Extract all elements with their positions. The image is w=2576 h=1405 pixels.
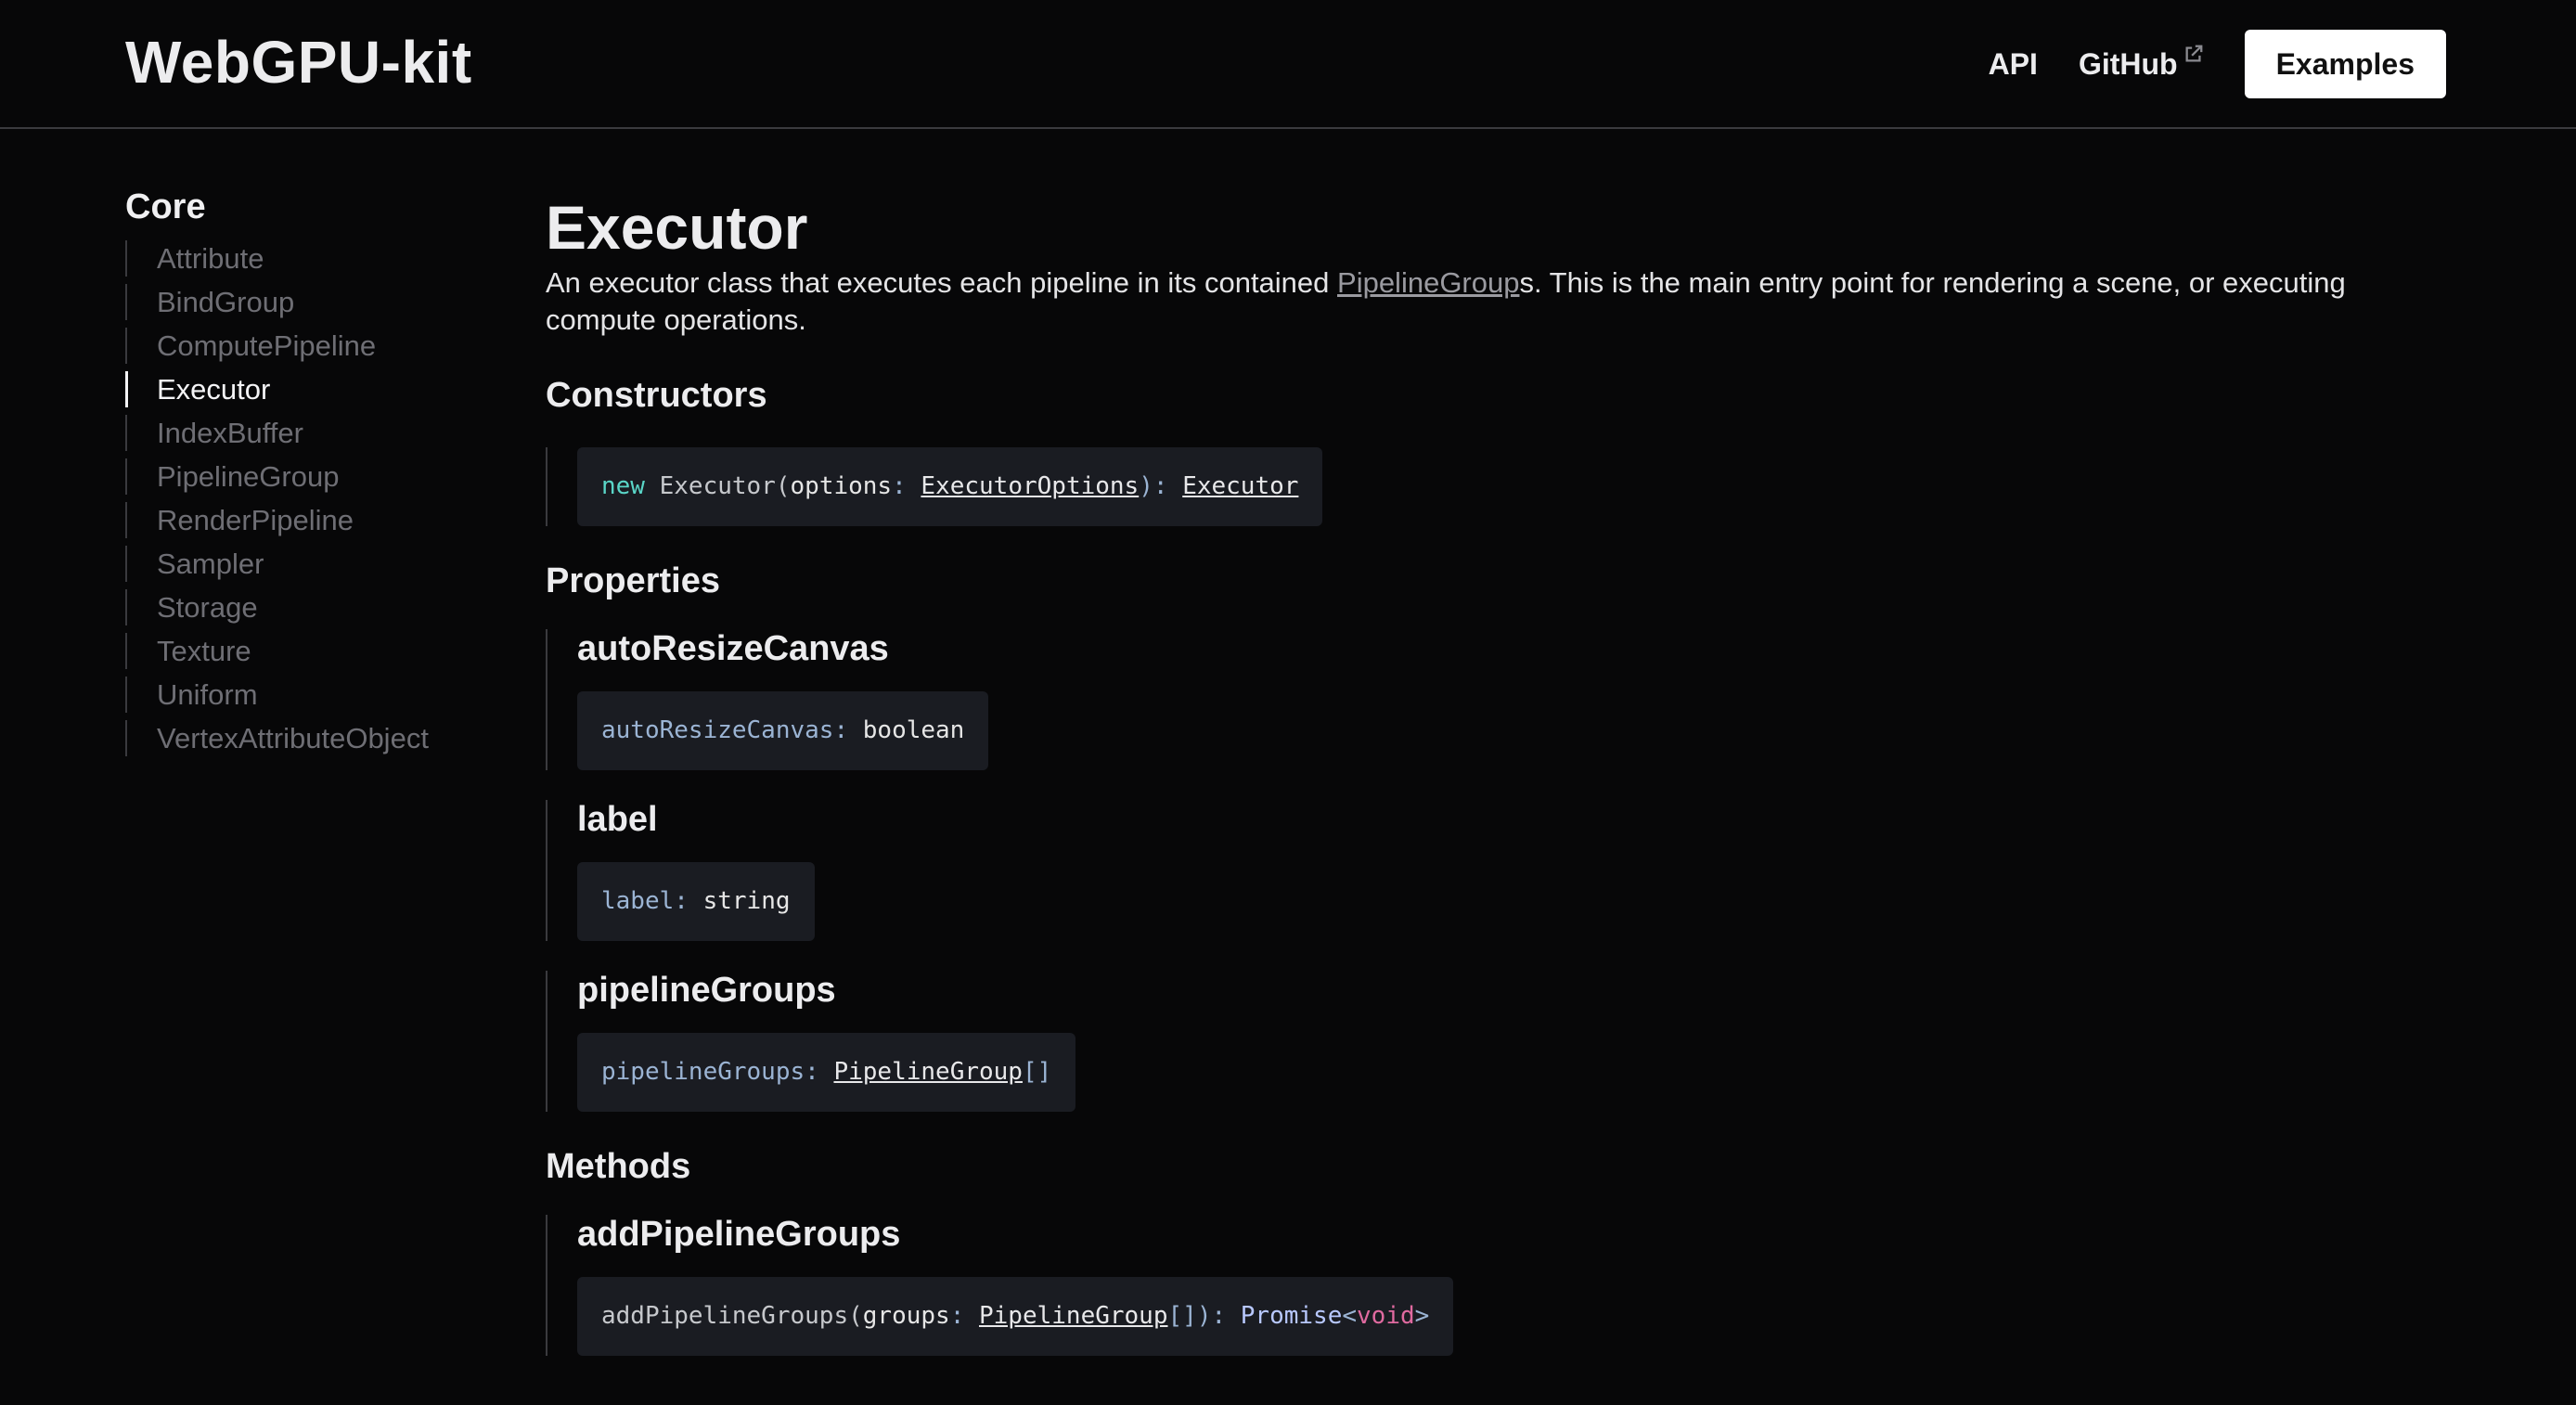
param-colon: :	[949, 1302, 979, 1330]
pipelinegroup-type-link[interactable]: PipelineGroup	[979, 1302, 1168, 1330]
new-keyword: new	[601, 472, 645, 500]
methods-heading: Methods	[546, 1147, 691, 1186]
pipelinegroup-type-link[interactable]: PipelineGroup	[833, 1058, 1023, 1086]
sidebar-item-pipelinegroup[interactable]: PipelineGroup	[125, 455, 496, 498]
property-pipelinegroups: pipelineGroups pipelineGroups: PipelineG…	[546, 971, 2448, 1112]
pipelinegroup-link[interactable]: PipelineGroup	[1337, 266, 1519, 299]
property-label: label label: string	[546, 800, 2448, 941]
external-link-icon	[2185, 45, 2202, 61]
page-title: Executor	[546, 193, 808, 262]
property-signature: label: string	[577, 862, 815, 941]
sidebar-item-computepipeline[interactable]: ComputePipeline	[125, 324, 496, 367]
constructor-param: options	[790, 472, 893, 500]
sidebar-item-storage[interactable]: Storage	[125, 586, 496, 629]
top-nav: API GitHub Examples	[1989, 30, 2446, 98]
sidebar-list: Attribute BindGroup ComputePipeline Exec…	[125, 237, 496, 760]
constructor-name: Executor	[644, 472, 776, 500]
sidebar-item-uniform[interactable]: Uniform	[125, 673, 496, 716]
sidebar-heading: Core	[125, 187, 206, 226]
property-autoresizecanvas: autoResizeCanvas autoResizeCanvas: boole…	[546, 629, 2448, 770]
sig-name: addPipelineGroups	[601, 1302, 849, 1330]
sidebar-item-renderpipeline[interactable]: RenderPipeline	[125, 498, 496, 542]
sig-name: pipelineGroups	[601, 1058, 805, 1086]
sig-colon: :	[674, 887, 703, 915]
property-name: autoResizeCanvas	[577, 629, 889, 668]
nav-github-link[interactable]: GitHub	[2078, 45, 2204, 82]
paren-close: ):	[1196, 1302, 1241, 1330]
property-signature: pipelineGroups: PipelineGroup[]	[577, 1033, 1076, 1112]
sig-type: boolean	[862, 716, 965, 744]
sidebar-item-bindgroup[interactable]: BindGroup	[125, 280, 496, 324]
nav-github-label: GitHub	[2078, 46, 2178, 81]
properties-heading: Properties	[546, 561, 720, 600]
sidebar-item-indexbuffer[interactable]: IndexBuffer	[125, 411, 496, 455]
executoroptions-type-link[interactable]: ExecutorOptions	[921, 472, 1139, 500]
sidebar-item-executor[interactable]: Executor	[125, 367, 496, 411]
sidebar-item-vertexattributeobject[interactable]: VertexAttributeObject	[125, 716, 496, 760]
constructor-signature: new Executor(options: ExecutorOptions): …	[577, 447, 1323, 526]
sig-name: label	[601, 887, 675, 915]
sig-colon: :	[805, 1058, 834, 1086]
sidebar-item-texture[interactable]: Texture	[125, 629, 496, 673]
examples-button[interactable]: Examples	[2244, 30, 2446, 98]
sig-name: autoResizeCanvas	[601, 716, 834, 744]
array-suffix: []	[1022, 1058, 1052, 1086]
return-type: Promise	[1240, 1302, 1343, 1330]
nav-api-link[interactable]: API	[1989, 47, 2038, 82]
sidebar: Core Attribute BindGroup ComputePipeline…	[125, 187, 496, 760]
paren-open: (	[848, 1302, 863, 1330]
sig-type: string	[702, 887, 791, 915]
method-name: addPipelineGroups	[577, 1215, 901, 1254]
sig-colon: :	[833, 716, 863, 744]
property-name: pipelineGroups	[577, 971, 836, 1010]
top-header: WebGPU-kit API GitHub Examples	[0, 0, 2576, 129]
generic-close: >	[1414, 1302, 1430, 1330]
param-colon: :	[892, 472, 921, 500]
sidebar-item-sampler[interactable]: Sampler	[125, 542, 496, 586]
main-content: Executor An executor class that executes…	[546, 190, 2448, 1356]
method-param: groups	[862, 1302, 950, 1330]
void-type: void	[1357, 1302, 1415, 1330]
array-suffix: []	[1167, 1302, 1197, 1330]
paren-open: (	[775, 472, 791, 500]
generic-open: <	[1342, 1302, 1358, 1330]
sidebar-item-attribute[interactable]: Attribute	[125, 237, 496, 280]
paren-close: ):	[1139, 472, 1183, 500]
method-signature: addPipelineGroups(groups: PipelineGroup[…	[577, 1277, 1454, 1356]
method-addpipelinegroups: addPipelineGroups addPipelineGroups(grou…	[546, 1215, 2448, 1356]
description-text-before: An executor class that executes each pip…	[546, 266, 1338, 299]
page-description: An executor class that executes each pip…	[546, 264, 2402, 339]
executor-return-type-link[interactable]: Executor	[1182, 472, 1298, 500]
property-signature: autoResizeCanvas: boolean	[577, 691, 989, 770]
site-logo[interactable]: WebGPU-kit	[125, 28, 472, 97]
constructor-section: new Executor(options: ExecutorOptions): …	[546, 447, 2448, 526]
property-name: label	[577, 800, 658, 839]
constructors-heading: Constructors	[546, 376, 767, 415]
